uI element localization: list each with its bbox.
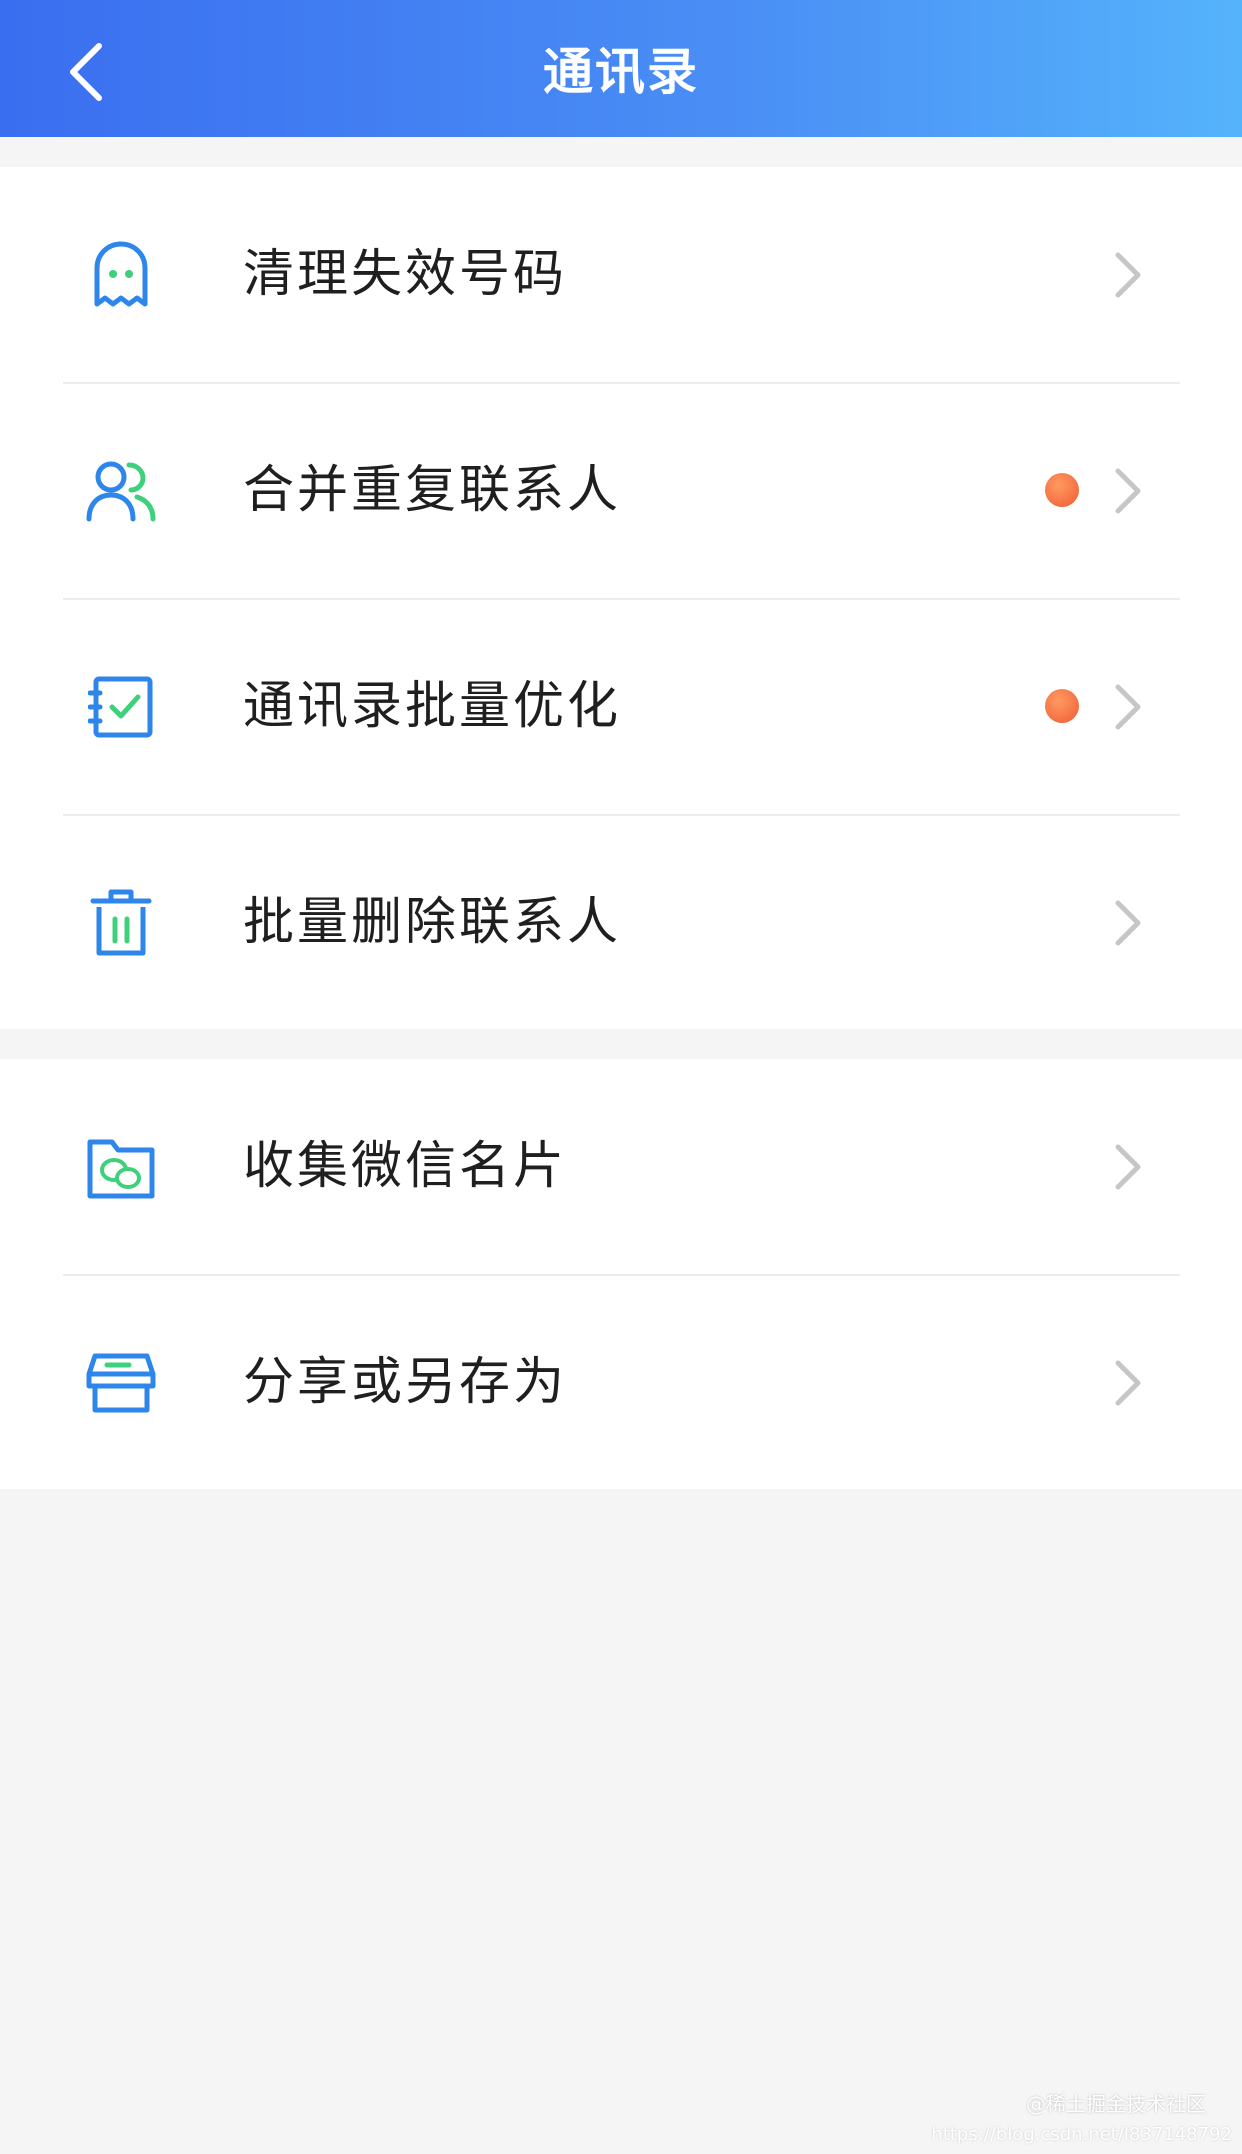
wechat-folder-icon: [81, 1127, 161, 1207]
chevron-right-icon: [1115, 900, 1141, 946]
menu-item-batch-optimize[interactable]: 通讯录批量优化: [0, 599, 1242, 814]
menu-item-clean-invalid-numbers[interactable]: 清理失效号码: [0, 167, 1242, 382]
watermark: @稀土掘金技术社区: [1026, 2092, 1206, 2116]
ghost-icon: [81, 235, 161, 315]
checklist-icon: [81, 667, 161, 747]
trash-icon: [81, 883, 161, 963]
menu-item-label: 批量删除联系人: [243, 893, 622, 952]
contacts-tools-group: 清理失效号码 合并重复联系人 通讯录批量优化 批量删除联系人: [0, 167, 1242, 1029]
chevron-right-icon: [1115, 252, 1141, 298]
menu-item-label: 通讯录批量优化: [243, 677, 622, 736]
chevron-right-icon: [1115, 1144, 1141, 1190]
share-tools-group: 收集微信名片 分享或另存为: [0, 1059, 1242, 1489]
notification-dot: [1045, 473, 1079, 507]
chevron-right-icon: [1115, 684, 1141, 730]
menu-item-share-or-save[interactable]: 分享或另存为: [0, 1275, 1242, 1490]
menu-item-batch-delete[interactable]: 批量删除联系人: [0, 815, 1242, 1030]
contacts-merge-icon: [81, 451, 161, 531]
menu-item-label: 分享或另存为: [243, 1353, 568, 1412]
menu-item-collect-wechat-cards[interactable]: 收集微信名片: [0, 1059, 1242, 1274]
top-nav-bar: 通讯录: [0, 0, 1242, 137]
menu-item-label: 清理失效号码: [243, 245, 568, 304]
menu-item-label: 收集微信名片: [243, 1137, 568, 1196]
menu-item-merge-duplicates[interactable]: 合并重复联系人: [0, 383, 1242, 598]
chevron-right-icon: [1115, 1360, 1141, 1406]
chevron-right-icon: [1115, 468, 1141, 514]
page-title: 通讯录: [543, 43, 699, 101]
menu-item-label: 合并重复联系人: [243, 461, 622, 520]
archive-box-icon: [81, 1343, 161, 1423]
watermark-url: https://blog.csdn.net/l837148792: [931, 2124, 1232, 2145]
notification-dot: [1045, 689, 1079, 723]
